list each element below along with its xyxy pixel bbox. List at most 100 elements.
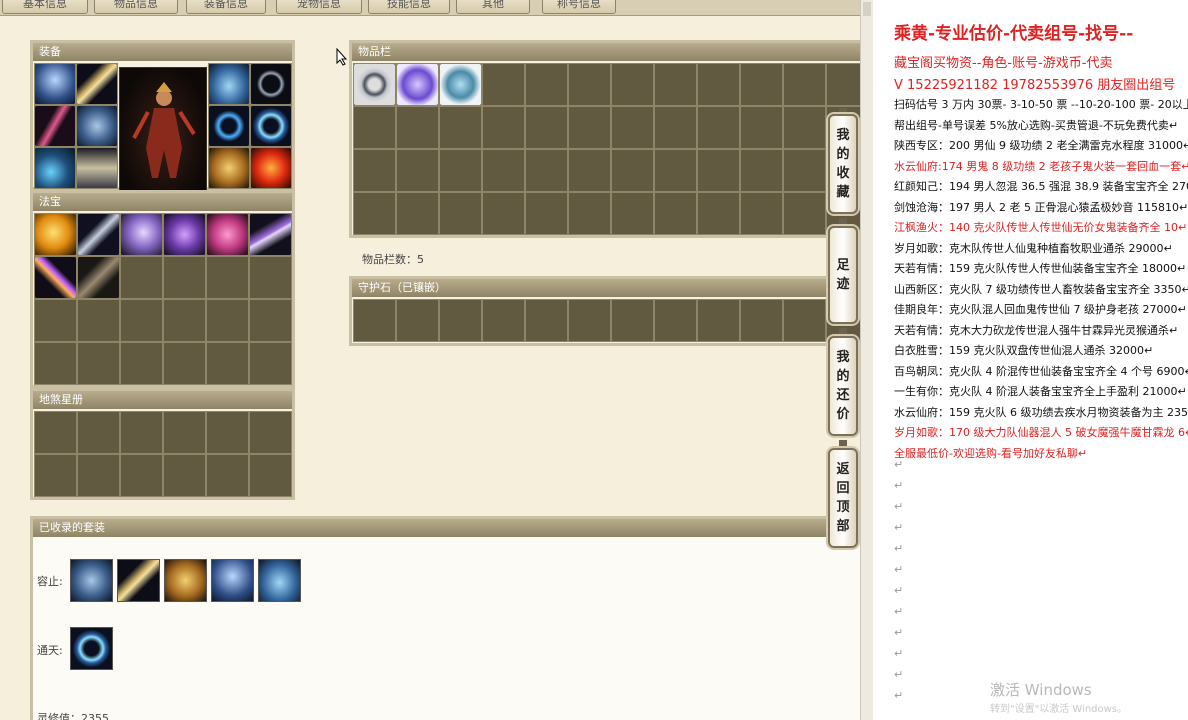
equipment-slot[interactable] — [34, 63, 76, 105]
inventory-slot[interactable] — [439, 63, 482, 106]
inventory-slot[interactable] — [740, 149, 783, 192]
treasure-slot[interactable] — [77, 256, 120, 299]
treasure-slot[interactable] — [120, 342, 163, 385]
my-offers-button[interactable]: 我的还价 — [828, 336, 858, 436]
soul-book-slot[interactable] — [249, 454, 292, 497]
soul-book-slot[interactable] — [77, 454, 120, 497]
guard-stone-slot[interactable] — [654, 299, 697, 342]
equipment-slot[interactable] — [250, 63, 292, 105]
inventory-slot[interactable] — [826, 63, 860, 106]
treasure-slot[interactable] — [206, 256, 249, 299]
footprints-button[interactable]: 足迹 — [828, 226, 858, 324]
inventory-slot[interactable] — [482, 106, 525, 149]
inventory-slot[interactable] — [482, 63, 525, 106]
tab-pets[interactable]: 宠物信息 — [276, 0, 362, 14]
soul-book-slot[interactable] — [34, 411, 77, 454]
inventory-slot[interactable] — [396, 106, 439, 149]
guard-stone-slot[interactable] — [697, 299, 740, 342]
inventory-slot[interactable] — [439, 106, 482, 149]
treasure-slot[interactable] — [249, 299, 292, 342]
equipment-slot[interactable] — [76, 147, 118, 189]
equipment-slot[interactable] — [34, 105, 76, 147]
guard-stone-slot[interactable] — [396, 299, 439, 342]
soul-book-slot[interactable] — [206, 411, 249, 454]
treasure-slot[interactable] — [249, 213, 292, 256]
treasure-slot[interactable] — [163, 213, 206, 256]
inventory-slot[interactable] — [654, 106, 697, 149]
equipment-slot[interactable] — [76, 105, 118, 147]
helmet-icon[interactable] — [211, 559, 254, 602]
guard-stone-slot[interactable] — [568, 299, 611, 342]
treasure-slot[interactable] — [249, 256, 292, 299]
tab-other[interactable]: 其他 — [456, 0, 530, 14]
inventory-slot[interactable] — [697, 106, 740, 149]
treasure-slot[interactable] — [206, 342, 249, 385]
treasure-slot[interactable] — [34, 342, 77, 385]
scrollbar[interactable] — [860, 0, 873, 720]
inventory-slot[interactable] — [654, 149, 697, 192]
treasure-slot[interactable] — [163, 299, 206, 342]
inventory-slot[interactable] — [568, 63, 611, 106]
equipment-slot[interactable] — [208, 63, 250, 105]
favorites-button[interactable]: 我的收藏 — [828, 114, 858, 214]
tab-equipment[interactable]: 装备信息 — [186, 0, 266, 14]
tab-items[interactable]: 物品信息 — [94, 0, 178, 14]
inventory-slot[interactable] — [654, 63, 697, 106]
tab-skills[interactable]: 技能信息 — [368, 0, 450, 14]
inventory-slot[interactable] — [611, 106, 654, 149]
inventory-slot[interactable] — [525, 63, 568, 106]
soul-book-slot[interactable] — [34, 454, 77, 497]
inventory-slot[interactable] — [396, 192, 439, 235]
crown-icon[interactable] — [258, 559, 301, 602]
treasure-slot[interactable] — [206, 213, 249, 256]
inventory-slot[interactable] — [482, 149, 525, 192]
inventory-slot[interactable] — [740, 106, 783, 149]
inventory-slot[interactable] — [482, 192, 525, 235]
guard-stone-slot[interactable] — [611, 299, 654, 342]
inventory-slot[interactable] — [568, 192, 611, 235]
equipment-slot[interactable] — [208, 105, 250, 147]
inventory-slot[interactable] — [740, 63, 783, 106]
inventory-slot[interactable] — [568, 106, 611, 149]
guard-stone-slot[interactable] — [525, 299, 568, 342]
treasure-slot[interactable] — [206, 299, 249, 342]
inventory-slot[interactable] — [611, 192, 654, 235]
inventory-slot[interactable] — [525, 149, 568, 192]
treasure-slot[interactable] — [120, 213, 163, 256]
inventory-slot[interactable] — [439, 192, 482, 235]
treasure-slot[interactable] — [77, 342, 120, 385]
guard-stone-slot[interactable] — [783, 299, 826, 342]
inventory-slot[interactable] — [783, 63, 826, 106]
inventory-slot[interactable] — [740, 192, 783, 235]
soul-book-slot[interactable] — [206, 454, 249, 497]
treasure-slot[interactable] — [163, 256, 206, 299]
inventory-slot[interactable] — [353, 192, 396, 235]
equipment-slot[interactable] — [208, 147, 250, 189]
inventory-slot[interactable] — [697, 149, 740, 192]
inventory-slot[interactable] — [697, 63, 740, 106]
soul-book-slot[interactable] — [163, 454, 206, 497]
inventory-slot[interactable] — [783, 106, 826, 149]
robe-icon[interactable] — [70, 559, 113, 602]
inventory-slot[interactable] — [525, 106, 568, 149]
treasure-slot[interactable] — [249, 342, 292, 385]
tab-basic[interactable]: 基本信息 — [2, 0, 88, 14]
treasure-slot[interactable] — [34, 256, 77, 299]
scroll-thumb[interactable] — [863, 2, 871, 16]
soul-book-slot[interactable] — [163, 411, 206, 454]
guard-stone-slot[interactable] — [439, 299, 482, 342]
inventory-slot[interactable] — [439, 149, 482, 192]
treasure-slot[interactable] — [77, 213, 120, 256]
inventory-slot[interactable] — [611, 63, 654, 106]
treasure-slot[interactable] — [120, 256, 163, 299]
inventory-slot[interactable] — [654, 192, 697, 235]
inventory-slot[interactable] — [353, 63, 396, 106]
guard-stone-slot[interactable] — [740, 299, 783, 342]
inventory-slot[interactable] — [783, 149, 826, 192]
equipment-slot[interactable] — [250, 147, 292, 189]
inventory-slot[interactable] — [783, 192, 826, 235]
treasure-slot[interactable] — [34, 299, 77, 342]
guard-stone-slot[interactable] — [353, 299, 396, 342]
soul-book-slot[interactable] — [249, 411, 292, 454]
soul-book-slot[interactable] — [120, 411, 163, 454]
